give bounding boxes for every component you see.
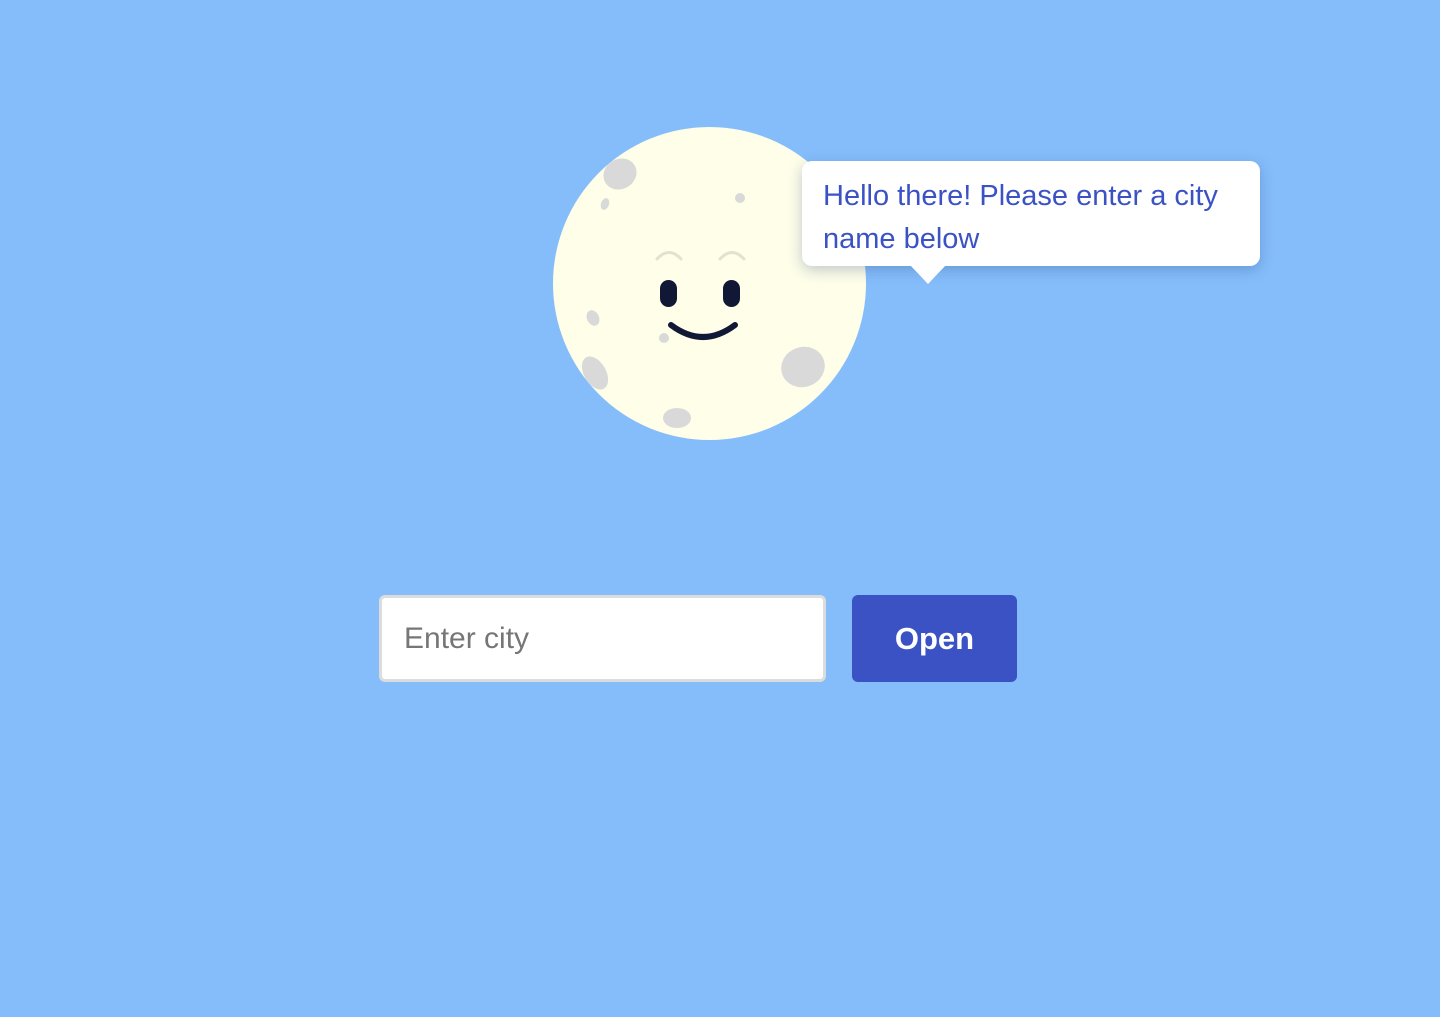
page: Hello there! Please enter a city name be… xyxy=(0,0,1440,1017)
speech-bubble: Hello there! Please enter a city name be… xyxy=(802,161,1260,284)
city-search-input[interactable] xyxy=(379,595,826,682)
speech-bubble-text: Hello there! Please enter a city name be… xyxy=(823,180,1218,255)
open-button[interactable]: Open xyxy=(852,595,1017,682)
